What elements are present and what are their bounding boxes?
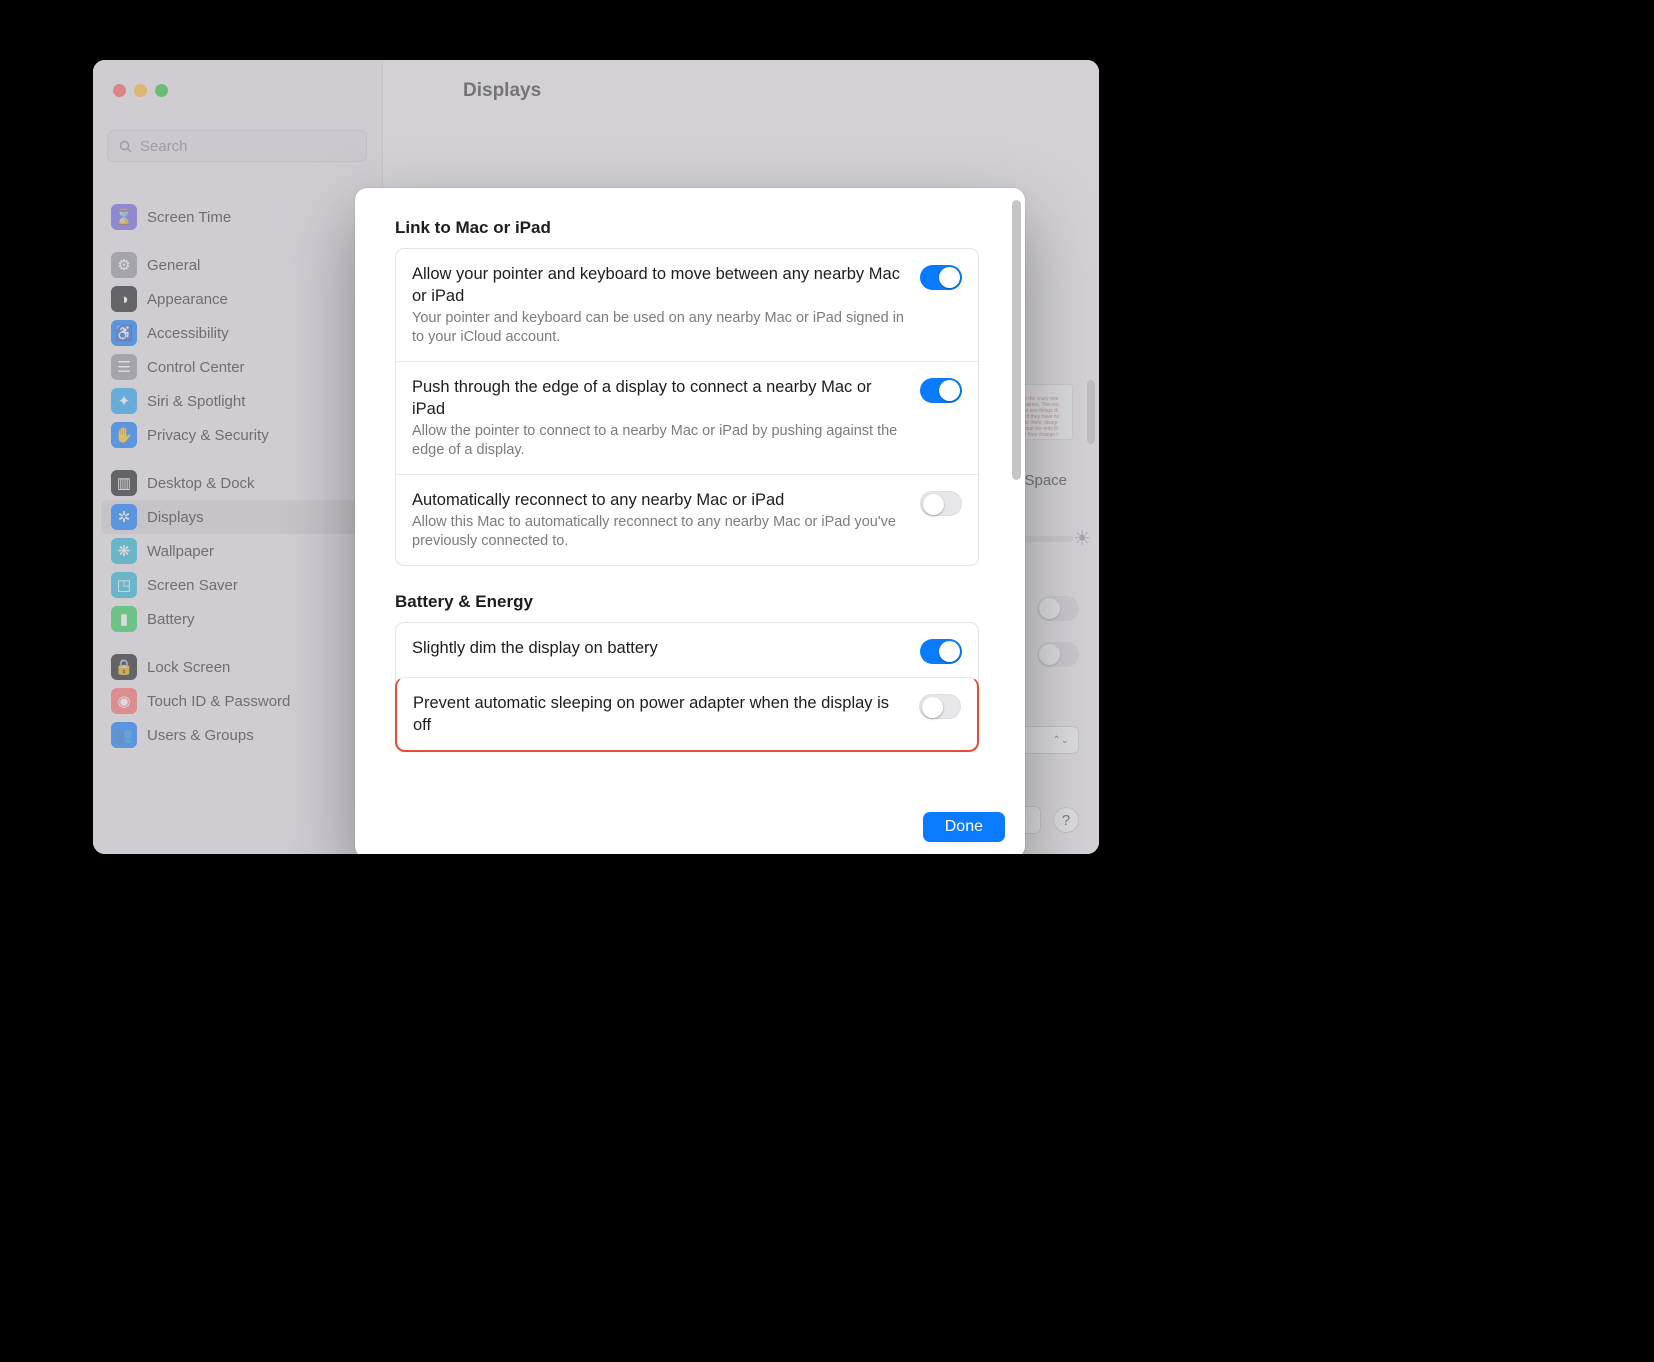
link-toggle-0[interactable] <box>920 265 962 290</box>
sidebar-icon: ▥ <box>111 470 137 496</box>
sidebar-icon: ⚙ <box>111 252 137 278</box>
sidebar-item-lock-screen[interactable]: 🔒 Lock Screen <box>101 650 375 684</box>
modal-footer: Done <box>355 796 1025 854</box>
sidebar: Search ⌛ Screen Time ⚙ General ◑ Appearance ♿ A… <box>93 60 383 854</box>
sidebar-item-label: Desktop & Dock <box>147 475 255 492</box>
sidebar-list: ⌛ Screen Time ⚙ General ◑ Appearance ♿ Accessib… <box>101 200 375 752</box>
link-row-2: Automatically reconnect to any nearby Ma… <box>396 474 978 565</box>
sidebar-icon: ✋ <box>111 422 137 448</box>
sidebar-item-label: Users & Groups <box>147 727 254 744</box>
row-title: Prevent automatic sleeping on power adap… <box>413 692 905 736</box>
sidebar-item-label: General <box>147 257 200 274</box>
sidebar-item-battery[interactable]: ▮ Battery <box>101 602 375 636</box>
battery-energy-card: Slightly dim the display on battery Preve… <box>395 622 979 752</box>
row-title: Push through the edge of a display to co… <box>412 376 906 420</box>
sidebar-item-touch-id-password[interactable]: ◉ Touch ID & Password <box>101 684 375 718</box>
sidebar-item-label: Appearance <box>147 291 228 308</box>
sidebar-item-label: Touch ID & Password <box>147 693 290 710</box>
sidebar-item-users-groups[interactable]: 👥 Users & Groups <box>101 718 375 752</box>
sidebar-item-label: Accessibility <box>147 325 229 342</box>
sidebar-icon: ✲ <box>111 504 137 530</box>
brightness-max-icon: ☀ <box>1073 526 1091 551</box>
link-row-1: Push through the edge of a display to co… <box>396 361 978 474</box>
select-chevron-icon: ⌃⌄ <box>1052 735 1069 746</box>
row-text: Push through the edge of a display to co… <box>412 376 906 460</box>
sidebar-item-privacy-security[interactable]: ✋ Privacy & Security <box>101 418 375 452</box>
sidebar-item-desktop-dock[interactable]: ▥ Desktop & Dock <box>101 466 375 500</box>
window-traffic-lights <box>113 84 168 97</box>
row-text: Slightly dim the display on battery <box>412 637 906 659</box>
sidebar-icon: ❋ <box>111 538 137 564</box>
sidebar-item-displays[interactable]: ✲ Displays <box>101 500 375 534</box>
sidebar-icon: ♿ <box>111 320 137 346</box>
battery-toggle-1[interactable] <box>919 694 961 719</box>
link-toggle-2[interactable] <box>920 491 962 516</box>
main-scrollbar[interactable] <box>1087 380 1095 444</box>
minimize-window-button[interactable] <box>134 84 147 97</box>
modal-scrollbar[interactable] <box>1012 200 1021 480</box>
help-button[interactable]: ? <box>1053 807 1079 833</box>
sidebar-item-control-center[interactable]: ☰ Control Center <box>101 350 375 384</box>
battery-row-1: Prevent automatic sleeping on power adap… <box>395 677 979 752</box>
sidebar-item-appearance[interactable]: ◑ Appearance <box>101 282 375 316</box>
link-to-mac-card: Allow your pointer and keyboard to move … <box>395 248 979 566</box>
sidebar-item-label: Lock Screen <box>147 659 230 676</box>
sidebar-icon: 👥 <box>111 722 137 748</box>
row-subtitle: Your pointer and keyboard can be used on… <box>412 309 906 347</box>
sidebar-icon: ⌛ <box>111 204 137 230</box>
link-toggle-1[interactable] <box>920 378 962 403</box>
row-text: Automatically reconnect to any nearby Ma… <box>412 489 906 551</box>
link-row-0: Allow your pointer and keyboard to move … <box>396 249 978 361</box>
done-button[interactable]: Done <box>923 812 1005 842</box>
advanced-modal: Link to Mac or iPad Allow your pointer a… <box>355 188 1025 854</box>
sidebar-item-accessibility[interactable]: ♿ Accessibility <box>101 316 375 350</box>
maximize-window-button[interactable] <box>155 84 168 97</box>
sidebar-icon: ◳ <box>111 572 137 598</box>
sidebar-item-siri-spotlight[interactable]: ✦ Siri & Spotlight <box>101 384 375 418</box>
bg-toggle-2[interactable] <box>1037 642 1079 667</box>
battery-toggle-0[interactable] <box>920 639 962 664</box>
page-title: Displays <box>463 80 541 102</box>
modal-body: Link to Mac or iPad Allow your pointer a… <box>355 188 1007 796</box>
close-window-button[interactable] <box>113 84 126 97</box>
done-label: Done <box>945 818 983 835</box>
row-subtitle: Allow this Mac to automatically reconnec… <box>412 513 906 551</box>
sidebar-item-label: Siri & Spotlight <box>147 393 245 410</box>
search-placeholder: Search <box>140 138 188 155</box>
row-title: Slightly dim the display on battery <box>412 637 906 659</box>
battery-row-0: Slightly dim the display on battery <box>396 623 978 678</box>
help-label: ? <box>1062 812 1070 829</box>
sidebar-icon: ✦ <box>111 388 137 414</box>
sidebar-item-wallpaper[interactable]: ❋ Wallpaper <box>101 534 375 568</box>
sidebar-icon: ◑ <box>111 286 137 312</box>
sidebar-item-label: Screen Saver <box>147 577 238 594</box>
sidebar-item-label: Battery <box>147 611 195 628</box>
search-icon <box>118 139 133 154</box>
sidebar-icon: ☰ <box>111 354 137 380</box>
sidebar-item-label: Wallpaper <box>147 543 214 560</box>
sidebar-icon: 🔒 <box>111 654 137 680</box>
sidebar-icon: ▮ <box>111 606 137 632</box>
row-text: Prevent automatic sleeping on power adap… <box>413 692 905 736</box>
row-text: Allow your pointer and keyboard to move … <box>412 263 906 347</box>
section-battery-title: Battery & Energy <box>395 592 979 612</box>
sidebar-item-screen-saver[interactable]: ◳ Screen Saver <box>101 568 375 602</box>
row-subtitle: Allow the pointer to connect to a nearby… <box>412 422 906 460</box>
sidebar-item-general[interactable]: ⚙ General <box>101 248 375 282</box>
search-input[interactable]: Search <box>107 130 367 162</box>
sidebar-item-label: Screen Time <box>147 209 231 226</box>
section-link-title: Link to Mac or iPad <box>395 218 979 238</box>
bg-toggle-1[interactable] <box>1037 596 1079 621</box>
sidebar-icon: ◉ <box>111 688 137 714</box>
row-title: Automatically reconnect to any nearby Ma… <box>412 489 906 511</box>
sidebar-item-screen-time[interactable]: ⌛ Screen Time <box>101 200 375 234</box>
sidebar-item-label: Displays <box>147 509 204 526</box>
sidebar-item-label: Privacy & Security <box>147 427 269 444</box>
sidebar-item-label: Control Center <box>147 359 245 376</box>
row-title: Allow your pointer and keyboard to move … <box>412 263 906 307</box>
